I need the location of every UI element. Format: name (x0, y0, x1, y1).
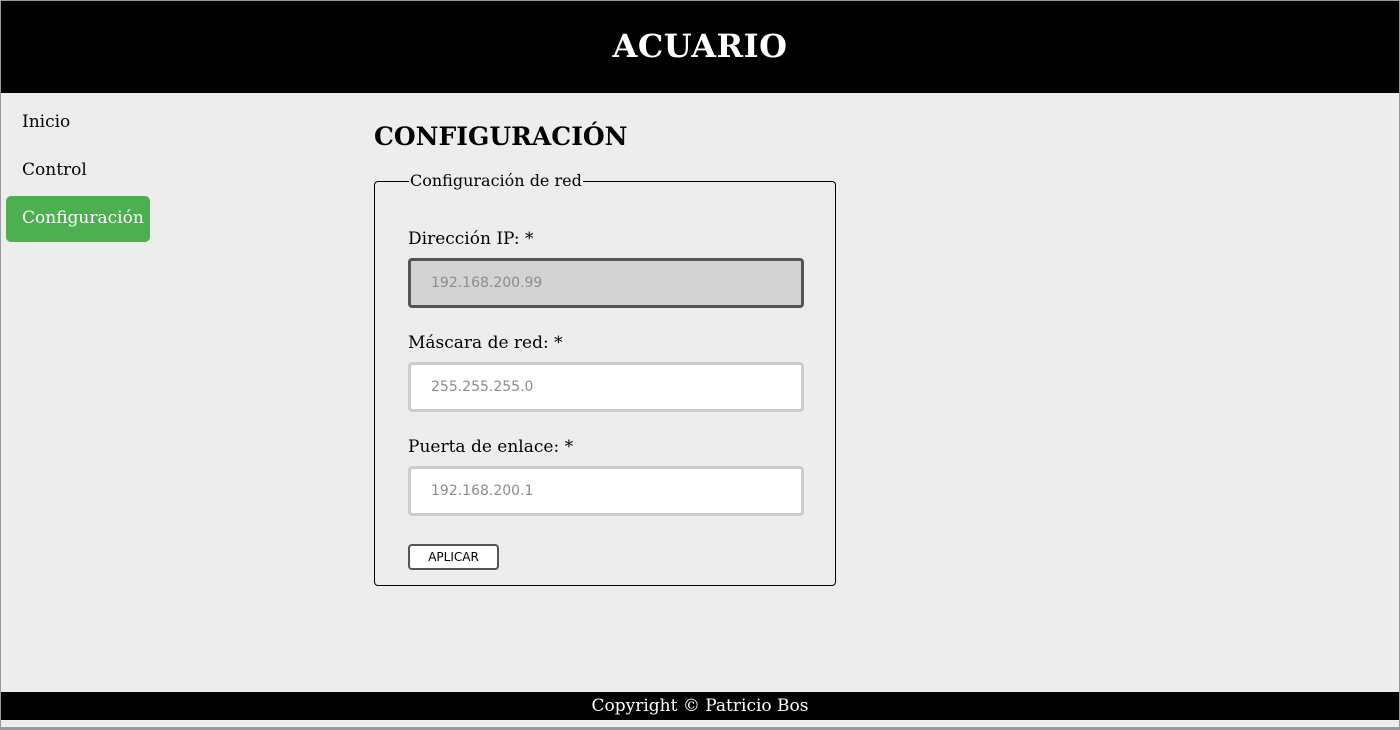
sidebar: Inicio Control Configuración (6, 100, 150, 245)
network-config-fieldset: Configuración de red Dirección IP: * Más… (374, 173, 836, 586)
top-header: ACUARIO (1, 1, 1399, 93)
footer: Copyright © Patricio Bos (1, 692, 1399, 720)
copyright-text: Copyright © Patricio Bos (591, 696, 809, 716)
page-title: CONFIGURACIÓN (374, 122, 628, 151)
network-config-legend: Configuración de red (410, 171, 582, 190)
footer-strip (1, 720, 1399, 726)
apply-button[interactable]: APLICAR (408, 544, 499, 570)
sidebar-item-control[interactable]: Control (6, 148, 150, 193)
main-content: CONFIGURACIÓN Configuración de red Direc… (374, 118, 836, 586)
ip-label: Dirección IP: * (408, 229, 534, 249)
sidebar-item-configuracion[interactable]: Configuración (6, 196, 150, 242)
mask-label: Máscara de red: * (408, 333, 563, 353)
ip-input[interactable] (408, 258, 804, 308)
mask-input[interactable] (408, 362, 804, 412)
site-title: ACUARIO (612, 27, 788, 65)
gateway-input[interactable] (408, 466, 804, 516)
sidebar-item-inicio[interactable]: Inicio (6, 100, 150, 145)
gateway-label: Puerta de enlace: * (408, 437, 574, 457)
